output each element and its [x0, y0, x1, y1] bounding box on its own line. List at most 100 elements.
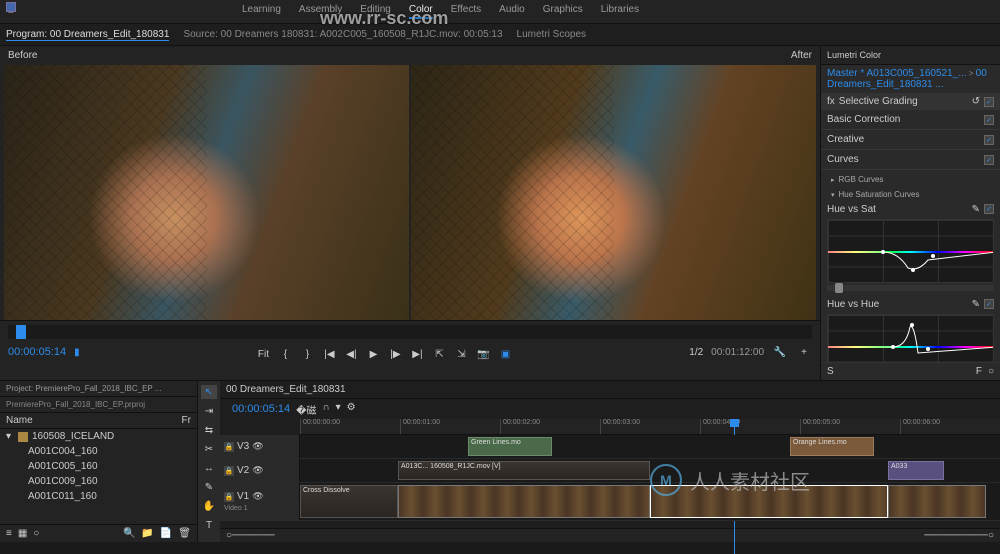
- project-list[interactable]: ▾160508_ICELAND A001C004_160 A001C005_16…: [0, 429, 197, 524]
- project-item[interactable]: A001C011_160: [0, 489, 197, 504]
- v3-lock-icon[interactable]: 🔒: [224, 442, 234, 452]
- source-tab[interactable]: Source: 00 Dreamers 180831: A002C005_160…: [183, 29, 502, 40]
- ws-learning[interactable]: Learning: [242, 4, 281, 19]
- project-item[interactable]: ▾160508_ICELAND: [0, 429, 197, 444]
- playhead-marker[interactable]: [16, 325, 26, 339]
- play-icon[interactable]: ▶: [365, 347, 381, 361]
- step-fwd-icon[interactable]: |▶: [387, 347, 403, 361]
- extract-icon[interactable]: ⇲: [453, 347, 469, 361]
- new-item-icon[interactable]: 📄: [160, 528, 172, 539]
- hvs-slider[interactable]: [827, 285, 994, 291]
- timeline-timecode[interactable]: 00:00:05:14: [226, 401, 296, 417]
- clip-v1-end[interactable]: [888, 485, 986, 518]
- clip-main[interactable]: A013C... 160508_R1JC.mov [V]: [398, 461, 650, 480]
- v2-lock-icon[interactable]: 🔒: [224, 466, 234, 476]
- trash-icon[interactable]: 🗑: [178, 528, 191, 539]
- hvs-check[interactable]: [984, 204, 994, 214]
- clip-orange[interactable]: Orange Lines.mo: [790, 437, 874, 456]
- scrubber[interactable]: [8, 325, 812, 339]
- program-tab[interactable]: Program: 00 Dreamers_Edit_180831: [6, 29, 169, 41]
- settings-icon[interactable]: ⚙: [347, 402, 356, 417]
- v2-eye-icon[interactable]: 👁: [252, 465, 263, 476]
- freeform-icon[interactable]: ○: [33, 528, 39, 539]
- clip-a033[interactable]: A033: [888, 461, 944, 480]
- project-tab[interactable]: Project: PremierePro_Fall_2018_IBC_EP ..…: [0, 381, 197, 397]
- wrench-icon[interactable]: 🔧: [772, 345, 788, 359]
- v1-eye-icon[interactable]: 👁: [252, 491, 263, 502]
- effect-enable-check[interactable]: [984, 97, 994, 107]
- tl-scroll[interactable]: ─────────○: [924, 530, 994, 541]
- ws-libraries[interactable]: Libraries: [601, 4, 639, 19]
- type-tool-icon[interactable]: T: [201, 518, 217, 532]
- marker-add-icon[interactable]: ▾: [336, 402, 341, 417]
- clip-v1-main[interactable]: [398, 485, 650, 518]
- goto-in-icon[interactable]: |◀: [321, 347, 337, 361]
- effect-row[interactable]: fx Selective Grading ↺: [821, 93, 1000, 110]
- eyedropper-icon-2[interactable]: ✎: [972, 299, 980, 310]
- section-curves[interactable]: Curves: [821, 150, 1000, 170]
- fit-dropdown[interactable]: Fit: [255, 347, 271, 361]
- section-creative[interactable]: Creative: [821, 130, 1000, 150]
- hue-vs-sat-curve[interactable]: [827, 219, 994, 283]
- clip-green[interactable]: Green Lines.mo: [468, 437, 552, 456]
- lift-icon[interactable]: ⇱: [431, 347, 447, 361]
- snap-icon[interactable]: �磁: [296, 402, 316, 417]
- duration-timecode: 00:01:12:00: [711, 347, 764, 358]
- new-bin-icon[interactable]: 📁: [141, 528, 153, 539]
- rgb-curves-toggle[interactable]: RGB Curves: [827, 172, 994, 187]
- project-breadcrumb[interactable]: PremierePro_Fall_2018_IBC_EP.prproj: [0, 397, 197, 413]
- col-name[interactable]: Name: [6, 415, 182, 426]
- list-view-icon[interactable]: ≡: [6, 528, 12, 539]
- ripple-tool-icon[interactable]: ⇆: [201, 423, 217, 437]
- after-view[interactable]: [411, 65, 816, 320]
- hvh-check[interactable]: [984, 299, 994, 309]
- project-item[interactable]: A001C004_160: [0, 444, 197, 459]
- time-ruler[interactable]: 00:00:00:00 00:00:01:00 00:00:02:00 00:0…: [300, 419, 1000, 435]
- reset-icon[interactable]: ↺: [972, 96, 980, 107]
- eyedropper-icon[interactable]: ✎: [972, 204, 980, 215]
- hand-tool-icon[interactable]: ✋: [201, 499, 217, 513]
- ws-effects[interactable]: Effects: [451, 4, 481, 19]
- sequence-tab[interactable]: 00 Dreamers_Edit_180831: [226, 384, 346, 395]
- slider-lo: S: [827, 366, 834, 377]
- zoom-out-icon[interactable]: ○: [988, 366, 994, 377]
- curves-check[interactable]: [984, 155, 994, 165]
- before-view[interactable]: [4, 65, 409, 320]
- icon-view-icon[interactable]: ▦: [18, 528, 27, 539]
- mark-out-icon[interactable]: }: [299, 347, 315, 361]
- marker-icon[interactable]: ▮: [74, 347, 80, 358]
- section-basic[interactable]: Basic Correction: [821, 110, 1000, 130]
- link-icon[interactable]: ∩: [322, 402, 329, 417]
- clip-dissolve[interactable]: Cross Dissolve: [300, 485, 398, 518]
- scopes-tab[interactable]: Lumetri Scopes: [517, 29, 586, 40]
- v1-lock-icon[interactable]: 🔒: [224, 492, 234, 502]
- step-back-icon[interactable]: ◀|: [343, 347, 359, 361]
- mark-in-icon[interactable]: {: [277, 347, 293, 361]
- compare-icon[interactable]: ▣: [497, 347, 513, 361]
- razor-tool-icon[interactable]: ✂: [201, 442, 217, 456]
- hue-vs-hue-curve[interactable]: [827, 314, 994, 362]
- tl-zoom-slider[interactable]: ○──────: [226, 530, 275, 541]
- slip-tool-icon[interactable]: ↔: [201, 461, 217, 475]
- current-timecode[interactable]: 00:00:05:14: [8, 346, 66, 358]
- pen-tool-icon[interactable]: ✎: [201, 480, 217, 494]
- track-select-tool-icon[interactable]: ⇥: [201, 404, 217, 418]
- selection-tool-icon[interactable]: ↖: [201, 385, 217, 399]
- ws-audio[interactable]: Audio: [499, 4, 525, 19]
- search-icon[interactable]: 🔍: [123, 528, 135, 539]
- goto-out-icon[interactable]: ▶|: [409, 347, 425, 361]
- btn-plus-icon[interactable]: +: [796, 345, 812, 359]
- hsc-toggle[interactable]: Hue Saturation Curves: [827, 187, 994, 202]
- quality-dropdown[interactable]: 1/2: [689, 347, 703, 358]
- project-item[interactable]: A001C005_160: [0, 459, 197, 474]
- col-fr[interactable]: Fr: [182, 415, 191, 426]
- v3-eye-icon[interactable]: 👁: [252, 441, 263, 452]
- camera-icon[interactable]: 📷: [475, 347, 491, 361]
- panel-tabs: Program: 00 Dreamers_Edit_180831 Source:…: [0, 24, 1000, 46]
- project-item[interactable]: A001C009_160: [0, 474, 197, 489]
- creative-check[interactable]: [984, 135, 994, 145]
- ws-graphics[interactable]: Graphics: [543, 4, 583, 19]
- watermark-cn-text: 人人素材社区: [690, 466, 810, 495]
- basic-check[interactable]: [984, 115, 994, 125]
- lumetri-title: Lumetri Color: [821, 46, 1000, 65]
